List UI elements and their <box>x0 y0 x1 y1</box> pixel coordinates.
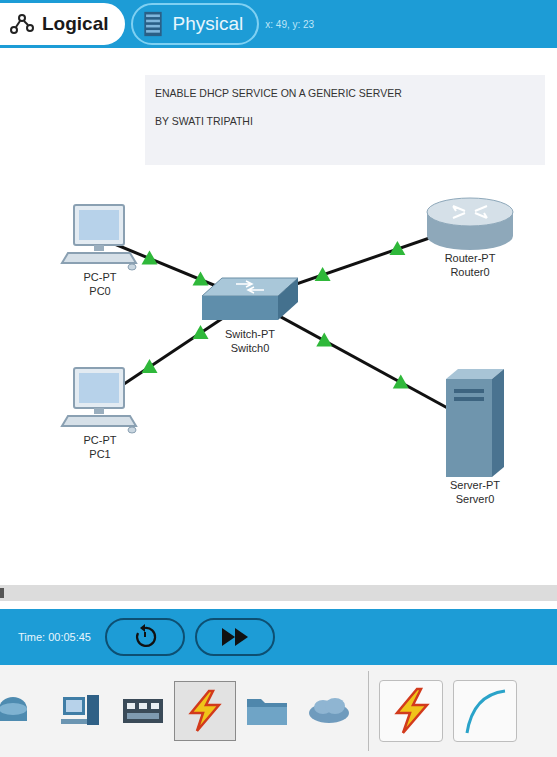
device[interactable]: Server-PTServer0 <box>420 367 530 507</box>
server-icon <box>442 367 508 479</box>
simulation-button[interactable] <box>105 618 185 656</box>
link-status-icon <box>142 250 158 264</box>
device-model: PC-PT <box>84 271 117 285</box>
device[interactable]: PC-PTPC1 <box>45 364 155 462</box>
link[interactable] <box>250 300 475 423</box>
server-rack-icon <box>141 11 165 37</box>
device-model: PC-PT <box>84 434 117 448</box>
automatic-connection-icon <box>389 687 433 735</box>
folder-icon <box>245 691 289 731</box>
pc-icon <box>60 364 140 434</box>
packet-tracer-window: Logical Physical x: 49, y: 23 ENABLE DHCP S… <box>0 0 557 757</box>
device-toolbar <box>0 665 557 757</box>
pc-icon <box>60 201 140 271</box>
cloud-icon <box>307 691 351 731</box>
connection-type-button[interactable] <box>379 680 443 742</box>
category-button[interactable] <box>236 681 298 741</box>
reset-time-icon <box>132 624 158 650</box>
router-icon <box>425 196 515 252</box>
scrollbar-thumb[interactable] <box>0 588 4 598</box>
link-status-icon <box>389 241 405 255</box>
connection-type-list <box>369 671 517 751</box>
device-name: Server0 <box>456 493 495 507</box>
link-status-icon <box>193 272 209 286</box>
category-button[interactable] <box>50 681 112 741</box>
device[interactable]: Router-PTRouter0 <box>415 196 525 280</box>
device[interactable]: PC-PTPC0 <box>45 201 155 299</box>
view-tab[interactable]: Physical <box>131 3 260 45</box>
time-display: Time: 00:05:45 <box>18 631 91 643</box>
note-line: BY SWATI TRIPATHI <box>155 115 535 127</box>
network-devices-icon <box>0 691 41 731</box>
horizontal-scrollbar[interactable] <box>0 585 557 601</box>
connection-type-button[interactable] <box>453 680 517 742</box>
device-model: Router-PT <box>445 252 496 266</box>
category-button[interactable] <box>298 681 360 741</box>
cursor-coordinates: x: 49, y: 23 <box>265 19 314 30</box>
fast-forward-icon <box>220 626 250 648</box>
category-button[interactable] <box>174 681 236 741</box>
view-tab[interactable]: Logical <box>0 3 125 45</box>
link-status-icon <box>315 267 331 281</box>
device-model: Switch-PT <box>225 328 275 342</box>
switch-icon <box>200 274 300 326</box>
workspace[interactable]: ENABLE DHCP SERVICE ON A GENERIC SERVER B… <box>0 48 557 585</box>
category-button[interactable] <box>112 681 174 741</box>
note-line: ENABLE DHCP SERVICE ON A GENERIC SERVER <box>155 87 535 99</box>
components-icon <box>121 691 165 731</box>
end-devices-icon <box>59 691 103 731</box>
category-button[interactable] <box>0 681 50 741</box>
simulation-button[interactable] <box>195 618 275 656</box>
device-model: Server-PT <box>450 479 500 493</box>
link-status-icon <box>316 333 332 347</box>
tab-label: Physical <box>173 13 244 35</box>
connections-icon <box>183 689 227 733</box>
device-name: Switch0 <box>231 342 270 356</box>
view-bar: Logical Physical x: 49, y: 23 <box>0 0 557 48</box>
link-status-icon <box>142 359 158 373</box>
time-bar: Time: 00:05:45 <box>0 609 557 665</box>
tab-label: Logical <box>42 13 109 35</box>
device-name: PC1 <box>89 448 110 462</box>
device-name: Router0 <box>450 266 489 280</box>
cable-icon <box>463 687 507 735</box>
link-status-icon <box>193 325 209 339</box>
link-status-icon <box>393 374 409 388</box>
category-list <box>0 671 369 751</box>
logical-icon <box>10 11 34 37</box>
note[interactable]: ENABLE DHCP SERVICE ON A GENERIC SERVER B… <box>145 75 545 165</box>
device[interactable]: Switch-PTSwitch0 <box>195 274 305 356</box>
device-name: PC0 <box>89 285 110 299</box>
